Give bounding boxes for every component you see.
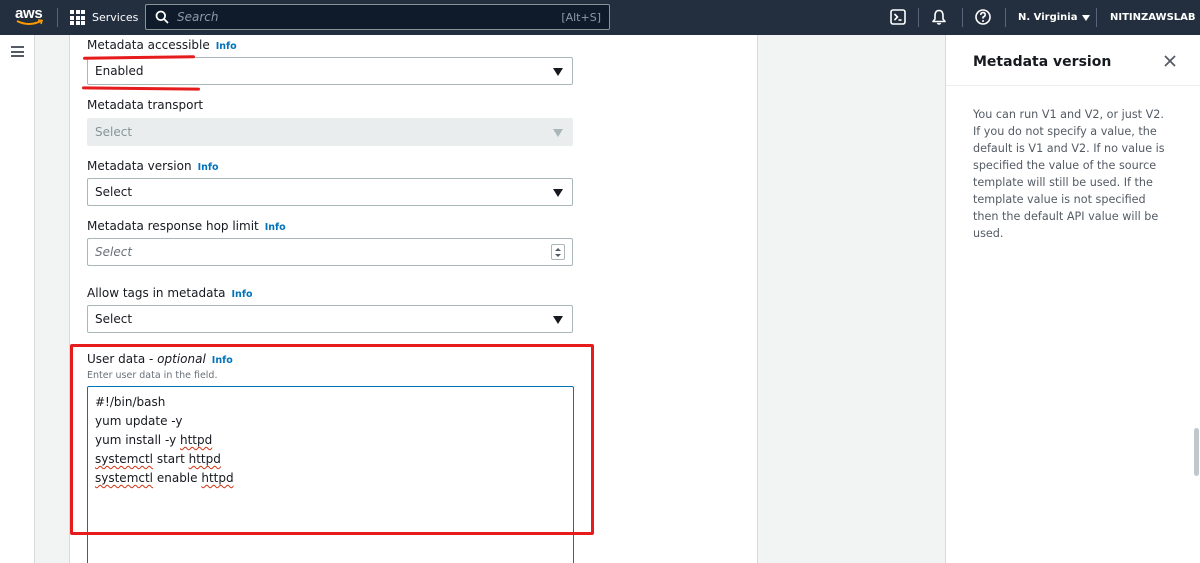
account-menu[interactable]: NITINZAWSLAB: [1110, 0, 1196, 35]
search-shortcut-hint: [Alt+S]: [561, 10, 601, 24]
code-line: systemctl start httpd: [95, 450, 566, 469]
help-panel-body: You can run V1 and V2, or just V2. If yo…: [973, 108, 1165, 240]
spellcheck-word: httpd: [188, 452, 221, 466]
spellcheck-word: systemctl: [95, 471, 154, 485]
account-label: NITINZAWSLAB: [1110, 12, 1196, 23]
caret-down-icon: [553, 316, 563, 324]
help-panel-title: Metadata version: [973, 54, 1112, 70]
allow-tags-label: Allow tags in metadata Info: [87, 286, 252, 300]
allow-tags-value: Select: [95, 312, 133, 326]
hop-limit-label: Metadata response hop limit Info: [87, 219, 286, 233]
metadata-accessible-label-text: Metadata accessible: [87, 38, 210, 52]
metadata-transport-select: Select: [87, 118, 573, 146]
services-label: Services: [92, 11, 139, 24]
nav-divider: [962, 8, 963, 27]
code-text: start: [153, 452, 189, 466]
allow-tags-select[interactable]: Select: [87, 305, 573, 333]
nav-divider: [918, 8, 919, 27]
main-content: Metadata accessible Info Enabled Metadata…: [35, 35, 945, 563]
help-panel-divider: [946, 85, 1200, 86]
advanced-details-form: Metadata accessible Info Enabled Metadata…: [69, 35, 758, 563]
code-text: yum update -y: [95, 414, 183, 428]
close-icon[interactable]: [1162, 53, 1178, 69]
nav-divider: [1005, 8, 1006, 27]
metadata-version-label-text: Metadata version: [87, 159, 192, 173]
hop-limit-input[interactable]: [95, 244, 535, 260]
hop-limit-label-text: Metadata response hop limit: [87, 219, 259, 233]
metadata-accessible-select[interactable]: Enabled: [87, 57, 573, 85]
allow-tags-info-link[interactable]: Info: [232, 289, 253, 300]
help-panel: Metadata version You can run V1 and V2, …: [945, 35, 1200, 563]
nav-divider: [1096, 8, 1097, 27]
search-input[interactable]: [177, 10, 562, 24]
user-data-info-link[interactable]: Info: [212, 355, 233, 366]
help-icon[interactable]: [974, 8, 992, 26]
spin-down-icon: [555, 254, 561, 257]
code-line: yum install -y httpd: [95, 431, 566, 450]
metadata-accessible-value: Enabled: [95, 64, 144, 78]
metadata-version-select[interactable]: Select: [87, 178, 573, 206]
user-data-label-text: User data -: [87, 352, 158, 366]
metadata-transport-value: Select: [95, 125, 133, 139]
code-text: yum install -y: [95, 433, 180, 447]
metadata-version-info-link[interactable]: Info: [198, 162, 219, 173]
code-text: #!/bin/bash: [95, 395, 166, 409]
metadata-accessible-label: Metadata accessible Info: [87, 38, 237, 52]
spellcheck-word: httpd: [201, 471, 234, 485]
spellcheck-word: httpd: [179, 433, 213, 447]
bell-icon[interactable]: [930, 8, 948, 26]
metadata-transport-label: Metadata transport: [87, 98, 204, 112]
services-grid-icon: [70, 10, 85, 25]
search-box[interactable]: [Alt+S]: [145, 4, 610, 30]
nav-divider: [57, 8, 58, 27]
hop-limit-info-link[interactable]: Info: [265, 222, 286, 233]
user-data-textarea[interactable]: #!/bin/bash yum update -y yum install -y…: [87, 386, 574, 563]
number-spinner[interactable]: [551, 244, 565, 260]
allow-tags-label-text: Allow tags in metadata: [87, 286, 226, 300]
user-data-description: Enter user data in the field.: [87, 370, 218, 381]
metadata-version-value: Select: [95, 185, 133, 199]
spellcheck-word: systemctl: [95, 452, 154, 466]
metadata-version-label: Metadata version Info: [87, 159, 219, 173]
metadata-accessible-info-link[interactable]: Info: [216, 41, 237, 52]
aws-smile-icon: [16, 19, 44, 25]
region-selector[interactable]: N. Virginia: [1018, 0, 1091, 35]
aws-logo[interactable]: aws: [15, 5, 45, 29]
spin-up-icon: [555, 248, 561, 251]
caret-down-icon: [553, 189, 563, 197]
code-line: yum update -y: [95, 412, 566, 431]
cloudshell-icon[interactable]: [889, 8, 907, 26]
chevron-down-icon: [1082, 14, 1091, 21]
region-label: N. Virginia: [1018, 12, 1078, 23]
page-scrollbar[interactable]: [1194, 428, 1199, 476]
menu-icon[interactable]: [11, 46, 24, 57]
caret-down-icon: [553, 129, 563, 137]
hop-limit-field: [87, 238, 573, 266]
services-menu-button[interactable]: Services: [70, 0, 138, 35]
code-line: systemctl enable httpd: [95, 469, 566, 488]
left-rail: [0, 35, 35, 563]
user-data-optional-text: optional: [157, 352, 206, 366]
code-text: enable: [153, 471, 202, 485]
top-nav-bar: aws Services [Alt+S] N. Virgi: [0, 0, 1200, 35]
caret-down-icon: [553, 68, 563, 76]
search-icon: [155, 10, 169, 24]
code-line: #!/bin/bash: [95, 393, 566, 412]
user-data-label: User data - optional Info: [87, 352, 233, 366]
